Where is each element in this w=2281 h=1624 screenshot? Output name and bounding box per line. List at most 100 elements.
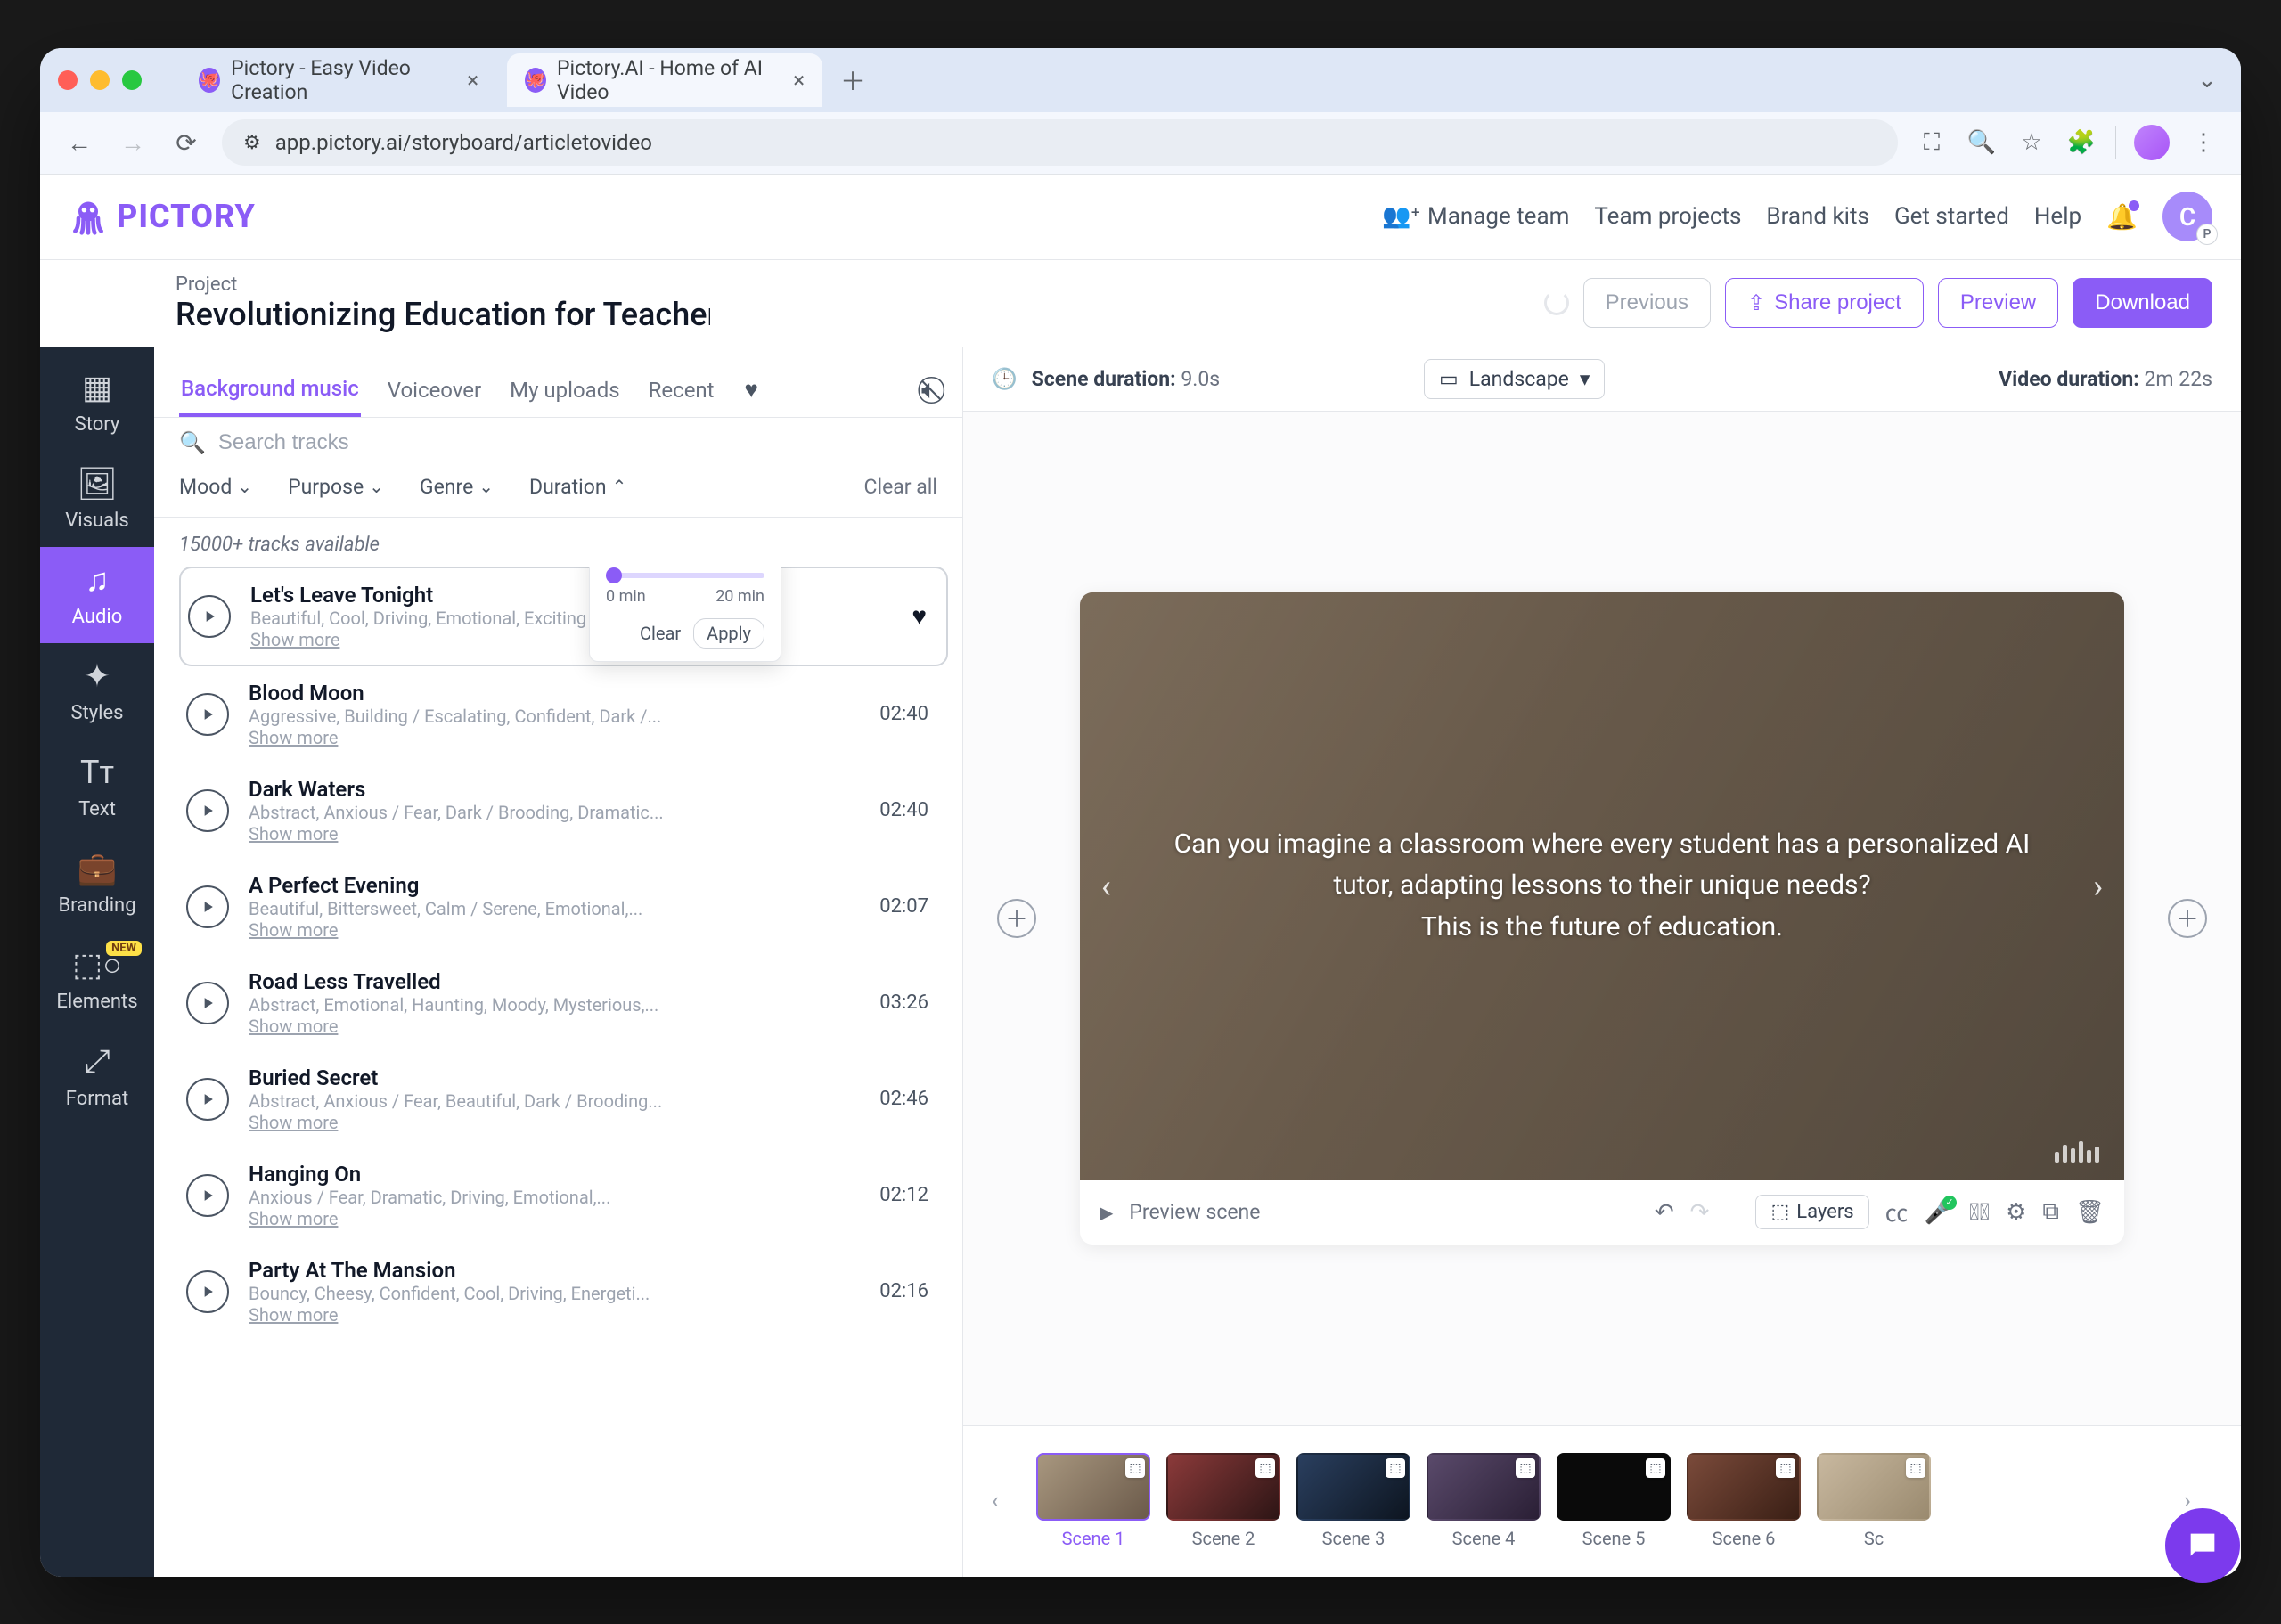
scene-layers-icon[interactable]: ⬚ xyxy=(1125,1458,1145,1478)
profile-avatar[interactable] xyxy=(2134,125,2170,160)
track-row[interactable]: Buried SecretAbstract, Anxious / Fear, B… xyxy=(179,1051,948,1147)
tab-recent[interactable]: Recent xyxy=(647,365,716,415)
scene-layers-icon[interactable]: ⬚ xyxy=(1906,1458,1925,1478)
preview-button[interactable]: Preview xyxy=(1938,278,2058,328)
play-track-button[interactable] xyxy=(186,982,229,1024)
show-more-link[interactable]: Show more xyxy=(249,1016,860,1037)
play-track-button[interactable] xyxy=(188,595,231,638)
browser-tab-inactive[interactable]: 🐙 Pictory - Easy Video Creation × xyxy=(181,53,496,107)
project-title[interactable]: Revolutionizing Education for Teachers w… xyxy=(176,296,710,333)
filter-genre[interactable]: Genre⌄ xyxy=(420,475,494,499)
show-more-link[interactable]: Show more xyxy=(249,727,860,748)
clear-all-filters[interactable]: Clear all xyxy=(864,475,937,499)
scene-layers-icon[interactable]: ⬚ xyxy=(1255,1458,1275,1478)
redo-icon[interactable]: ↷ xyxy=(1690,1199,1710,1226)
chevron-down-icon[interactable]: ⌄ xyxy=(2191,64,2223,96)
bookmark-icon[interactable]: ☆ xyxy=(2015,126,2048,159)
track-row[interactable]: Party At The MansionBouncy, Cheesy, Conf… xyxy=(179,1244,948,1340)
track-row[interactable]: Let's Leave TonightBeautiful, Cool, Driv… xyxy=(179,567,948,666)
scene-layers-icon[interactable]: ⬚ xyxy=(1646,1458,1665,1478)
scene-thumbnail[interactable]: ⬚Scene 1 xyxy=(1036,1453,1150,1549)
add-scene-before[interactable]: ＋ xyxy=(997,899,1036,938)
extensions-icon[interactable]: 🧩 xyxy=(2065,126,2097,159)
show-more-link[interactable]: Show more xyxy=(249,1208,860,1229)
settings-icon[interactable]: ⚙ xyxy=(2006,1199,2026,1226)
back-button[interactable]: ← xyxy=(61,125,97,160)
timeline-prev[interactable]: ‹ xyxy=(992,1488,1020,1514)
search-tracks-input[interactable] xyxy=(218,430,937,455)
preview-scene-label[interactable]: Preview scene xyxy=(1129,1200,1260,1224)
popover-clear[interactable]: Clear xyxy=(640,623,681,644)
popover-apply[interactable]: Apply xyxy=(693,618,764,649)
track-list[interactable]: 0 min 0 min20 min Clear Apply Let's Leav… xyxy=(154,567,962,1577)
new-tab-button[interactable]: ＋ xyxy=(833,61,872,100)
scene-thumbnail[interactable]: ⬚Scene 2 xyxy=(1166,1453,1280,1549)
sidebar-item-audio[interactable]: ♫Audio xyxy=(40,547,154,643)
site-settings-icon[interactable]: ⚙ xyxy=(243,132,261,154)
team-projects-link[interactable]: Team projects xyxy=(1594,203,1741,230)
close-tab-icon[interactable]: × xyxy=(467,68,478,93)
browser-tab-active[interactable]: 🐙 Pictory.AI - Home of AI Video × xyxy=(507,53,822,107)
undo-icon[interactable]: ↶ xyxy=(1655,1199,1674,1226)
cc-icon[interactable]: ㏄ xyxy=(1885,1196,1909,1228)
play-scene-icon[interactable]: ▶ xyxy=(1100,1202,1113,1223)
favorite-icon[interactable]: ♥ xyxy=(912,601,927,631)
chat-support-button[interactable] xyxy=(2165,1508,2240,1577)
video-canvas[interactable]: ‹ Can you imagine a classroom where ever… xyxy=(1080,592,2124,1180)
show-more-link[interactable]: Show more xyxy=(249,919,860,941)
close-window[interactable] xyxy=(58,70,78,90)
scene-thumbnail[interactable]: ⬚Scene 6 xyxy=(1687,1453,1801,1549)
forward-button[interactable]: → xyxy=(115,125,151,160)
show-more-link[interactable]: Show more xyxy=(249,823,860,845)
play-track-button[interactable] xyxy=(186,693,229,736)
prev-scene-arrow[interactable]: ‹ xyxy=(1101,868,1111,905)
sidebar-item-styles[interactable]: ✦Styles xyxy=(40,643,154,739)
user-menu[interactable]: C P xyxy=(2162,192,2212,241)
play-track-button[interactable] xyxy=(186,789,229,832)
tab-voiceover[interactable]: Voiceover xyxy=(386,365,483,415)
show-more-link[interactable]: Show more xyxy=(249,1112,860,1133)
scene-thumbnail[interactable]: ⬚Scene 3 xyxy=(1296,1453,1410,1549)
favorites-tab-icon[interactable]: ♥ xyxy=(745,376,758,404)
orientation-select[interactable]: ▭ Landscape ▾ xyxy=(1424,359,1605,399)
scene-layers-icon[interactable]: ⬚ xyxy=(1516,1458,1535,1478)
overlay-text[interactable]: Can you imagine a classroom where every … xyxy=(1174,824,2031,949)
tab-my-uploads[interactable]: My uploads xyxy=(508,365,621,415)
sidebar-item-elements[interactable]: NEW⬚○Elements xyxy=(40,932,154,1028)
play-track-button[interactable] xyxy=(186,885,229,928)
duration-slider[interactable] xyxy=(606,573,764,578)
track-row[interactable]: Road Less TravelledAbstract, Emotional, … xyxy=(179,955,948,1051)
download-button[interactable]: Download xyxy=(2073,278,2212,328)
filter-purpose[interactable]: Purpose⌄ xyxy=(288,475,384,499)
sidebar-item-visuals[interactable]: 🖼Visuals xyxy=(40,451,154,547)
delete-icon[interactable]: 🗑 xyxy=(2075,1199,2105,1226)
notifications-button[interactable]: 🔔 xyxy=(2106,202,2138,232)
url-input[interactable]: ⚙ app.pictory.ai/storyboard/articletovid… xyxy=(222,119,1898,166)
play-track-button[interactable] xyxy=(186,1078,229,1121)
filter-duration[interactable]: Duration⌃ xyxy=(529,475,626,499)
play-track-button[interactable] xyxy=(186,1270,229,1313)
scene-thumbnail[interactable]: ⬚Sc xyxy=(1817,1453,1931,1549)
logo[interactable]: PICTORY xyxy=(69,197,256,236)
kebab-menu-icon[interactable]: ⋮ xyxy=(2187,126,2220,159)
scene-layers-icon[interactable]: ⬚ xyxy=(1386,1458,1405,1478)
minimize-window[interactable] xyxy=(90,70,110,90)
zoom-icon[interactable]: 🔍 xyxy=(1966,126,1998,159)
slider-thumb[interactable] xyxy=(606,567,622,583)
add-scene-after[interactable]: ＋ xyxy=(2168,899,2207,938)
play-track-button[interactable] xyxy=(186,1174,229,1217)
crop-icon[interactable]: ✕⃞ xyxy=(1969,1199,1990,1226)
track-row[interactable]: A Perfect EveningBeautiful, Bittersweet,… xyxy=(179,859,948,955)
track-row[interactable]: Dark WatersAbstract, Anxious / Fear, Dar… xyxy=(179,763,948,859)
track-row[interactable]: Hanging OnAnxious / Fear, Dramatic, Driv… xyxy=(179,1147,948,1244)
share-project-button[interactable]: ⇪ Share project xyxy=(1725,278,1924,328)
help-link[interactable]: Help xyxy=(2034,203,2081,230)
filter-mood[interactable]: Mood⌄ xyxy=(179,475,252,499)
tab-background-music[interactable]: Background music xyxy=(179,363,361,417)
screenshot-icon[interactable]: ⛶ xyxy=(1916,126,1948,159)
sidebar-item-text[interactable]: TᴛText xyxy=(40,739,154,836)
mute-toggle-icon[interactable]: 🔈⃠ xyxy=(921,374,937,405)
scene-thumbnail[interactable]: ⬚Scene 5 xyxy=(1557,1453,1671,1549)
maximize-window[interactable] xyxy=(122,70,142,90)
track-row[interactable]: Blood MoonAggressive, Building / Escalat… xyxy=(179,666,948,763)
